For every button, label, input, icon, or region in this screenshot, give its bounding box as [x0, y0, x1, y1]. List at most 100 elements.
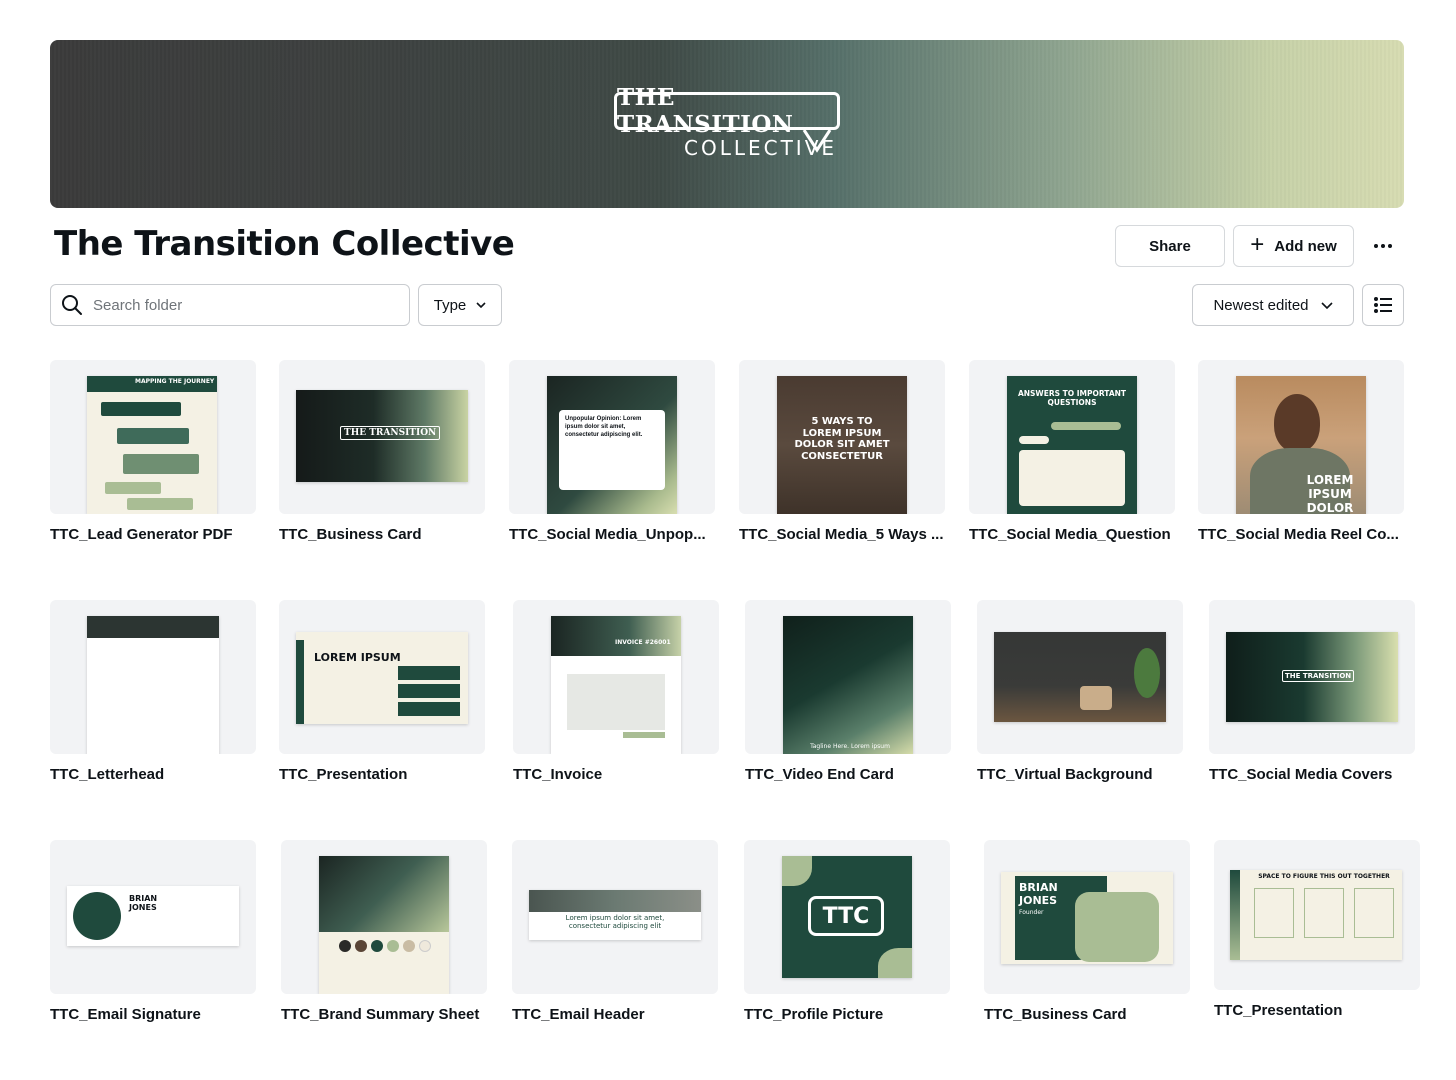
preview-block — [123, 454, 199, 474]
swatch — [387, 940, 399, 952]
file-card[interactable]: THE TRANSITION TTC_Business Card — [279, 360, 485, 543]
file-thumbnail[interactable]: TTC — [744, 840, 950, 994]
swatch — [339, 940, 351, 952]
share-button[interactable]: Share — [1115, 225, 1225, 267]
file-card[interactable]: TTC TTC_Profile Picture — [744, 840, 950, 1023]
file-card[interactable]: LOREM IPSUM TTC_Presentation — [279, 600, 485, 783]
list-view-button[interactable] — [1362, 284, 1404, 326]
file-name: TTC_Email Signature — [50, 1006, 201, 1023]
share-button-label: Share — [1149, 237, 1191, 255]
preview-avatar — [73, 892, 121, 940]
preview-block — [101, 402, 181, 416]
file-thumbnail[interactable]: SPACE TO FIGURE THIS OUT TOGETHER — [1214, 840, 1420, 990]
add-new-button[interactable]: + Add new — [1233, 225, 1354, 267]
business-card-preview: THE TRANSITION — [296, 390, 468, 482]
file-card[interactable]: LOREM IPSUM DOLOR SIT TTC_Social Media R… — [1198, 360, 1404, 543]
file-card[interactable]: Unpopular Opinion: Lorem ipsum dolor sit… — [509, 360, 715, 543]
file-card[interactable]: SPACE TO FIGURE THIS OUT TOGETHER TTC_Pr… — [1214, 840, 1420, 1019]
file-thumbnail[interactable]: BRIAN JONES Founder — [984, 840, 1190, 994]
file-card[interactable]: THE TRANSITION TTC_Social Media Covers — [1209, 600, 1415, 783]
file-thumbnail[interactable]: BRIAN JONES — [50, 840, 256, 994]
file-card[interactable]: TTC_Virtual Background — [977, 600, 1183, 783]
invoice-preview: INVOICE #26001 — [551, 616, 681, 754]
preview-side-bar — [296, 640, 304, 724]
preview-title: LOREM IPSUM DOLOR SIT — [1306, 473, 1354, 514]
file-thumbnail[interactable]: LOREM IPSUM — [279, 600, 485, 754]
file-card[interactable]: Tagline Here. Lorem ipsum TTC_Video End … — [745, 600, 951, 783]
file-thumbnail[interactable]: Lorem ipsum dolor sit amet, consectetur … — [512, 840, 718, 994]
file-thumbnail[interactable]: ANSWERS TO IMPORTANT QUESTIONS — [969, 360, 1175, 514]
preview-column — [1254, 888, 1294, 938]
file-card[interactable]: BRIAN JONES TTC_Email Signature — [50, 840, 256, 1023]
search-input[interactable] — [93, 296, 373, 314]
preview-shape — [782, 856, 812, 886]
file-name: TTC_Video End Card — [745, 766, 894, 783]
file-card[interactable]: Lorem ipsum dolor sit amet, consectetur … — [512, 840, 718, 1023]
type-filter-dropdown[interactable]: Type — [418, 284, 502, 326]
virtual-background-preview — [994, 632, 1166, 722]
preview-table — [567, 674, 665, 730]
preview-block — [105, 482, 161, 494]
file-card[interactable]: TTC_Letterhead — [50, 600, 256, 783]
email-signature-preview: BRIAN JONES — [67, 886, 239, 946]
video-end-card-preview: Tagline Here. Lorem ipsum — [783, 616, 913, 754]
file-card[interactable]: MAPPING THE JOURNEY TTC_Lead Generator P… — [50, 360, 256, 543]
preview-name: BRIAN JONES — [129, 894, 158, 913]
file-card[interactable]: INVOICE #26001 TTC_Invoice — [513, 600, 719, 783]
file-name: TTC_Invoice — [513, 766, 603, 783]
preview-header-bar — [87, 616, 219, 638]
add-new-button-label: Add new — [1274, 237, 1337, 255]
file-card[interactable]: ANSWERS TO IMPORTANT QUESTIONS TTC_Socia… — [969, 360, 1175, 543]
preview-logo: THE TRANSITION — [340, 426, 441, 441]
file-thumbnail[interactable] — [977, 600, 1183, 754]
chevron-down-icon — [476, 302, 486, 308]
more-options-button[interactable] — [1366, 232, 1400, 260]
preview-title: INVOICE #26001 — [615, 639, 671, 646]
sort-label: Newest edited — [1213, 296, 1309, 314]
letterhead-preview — [87, 616, 219, 754]
file-thumbnail[interactable] — [50, 600, 256, 754]
file-thumbnail[interactable]: Unpopular Opinion: Lorem ipsum dolor sit… — [509, 360, 715, 514]
email-header-preview: Lorem ipsum dolor sit amet, consectetur … — [529, 890, 701, 940]
preview-column — [1354, 888, 1394, 938]
preview-title: LOREM IPSUM — [314, 651, 401, 664]
social-cover-preview: THE TRANSITION — [1226, 632, 1398, 722]
file-thumbnail[interactable]: THE TRANSITION — [279, 360, 485, 514]
preview-block — [117, 428, 189, 444]
file-card[interactable]: TTC_Brand Summary Sheet — [281, 840, 487, 1023]
preview-name: BRIAN JONES — [1019, 881, 1058, 907]
file-name: TTC_Social Media_Question — [969, 526, 1171, 543]
preview-tagline: Tagline Here. Lorem ipsum — [810, 743, 890, 750]
more-horizontal-icon — [1374, 244, 1378, 248]
social-5-ways-preview: 5 WAYS TO LOREM IPSUM DOLOR SIT AMET CON… — [777, 376, 907, 514]
page-title: The Transition Collective — [54, 224, 515, 264]
lead-generator-preview: MAPPING THE JOURNEY — [87, 376, 217, 514]
preview-title: SPACE TO FIGURE THIS OUT TOGETHER — [1258, 873, 1390, 880]
file-card[interactable]: BRIAN JONES Founder TTC_Business Card — [984, 840, 1190, 1023]
preview-title: ANSWERS TO IMPORTANT QUESTIONS — [1017, 389, 1127, 407]
file-thumbnail[interactable]: MAPPING THE JOURNEY — [50, 360, 256, 514]
preview-text: Lorem ipsum dolor sit amet, consectetur … — [565, 914, 665, 931]
preview-total — [623, 732, 665, 738]
more-dot — [1381, 244, 1385, 248]
swatch — [371, 940, 383, 952]
file-name: TTC_Social Media Reel Co... — [1198, 526, 1399, 543]
file-name: TTC_Social Media_Unpop... — [509, 526, 706, 543]
file-thumbnail[interactable]: 5 WAYS TO LOREM IPSUM DOLOR SIT AMET CON… — [739, 360, 945, 514]
file-thumbnail[interactable]: THE TRANSITION — [1209, 600, 1415, 754]
file-thumbnail[interactable] — [281, 840, 487, 994]
chevron-down-icon — [1320, 301, 1333, 309]
sort-dropdown[interactable]: Newest edited — [1192, 284, 1354, 326]
brand-logo: THE TRANSITION — [614, 84, 840, 138]
search-folder[interactable] — [50, 284, 410, 326]
preview-side-bar — [1230, 870, 1240, 960]
file-card[interactable]: 5 WAYS TO LOREM IPSUM DOLOR SIT AMET CON… — [739, 360, 945, 543]
file-thumbnail[interactable]: LOREM IPSUM DOLOR SIT — [1198, 360, 1404, 514]
file-thumbnail[interactable]: INVOICE #26001 — [513, 600, 719, 754]
file-name: TTC_Virtual Background — [977, 766, 1153, 783]
search-icon — [62, 295, 82, 315]
swatch — [403, 940, 415, 952]
file-name: TTC_Letterhead — [50, 766, 165, 783]
file-thumbnail[interactable]: Tagline Here. Lorem ipsum — [745, 600, 951, 754]
presentation-2-preview: SPACE TO FIGURE THIS OUT TOGETHER — [1230, 870, 1402, 960]
